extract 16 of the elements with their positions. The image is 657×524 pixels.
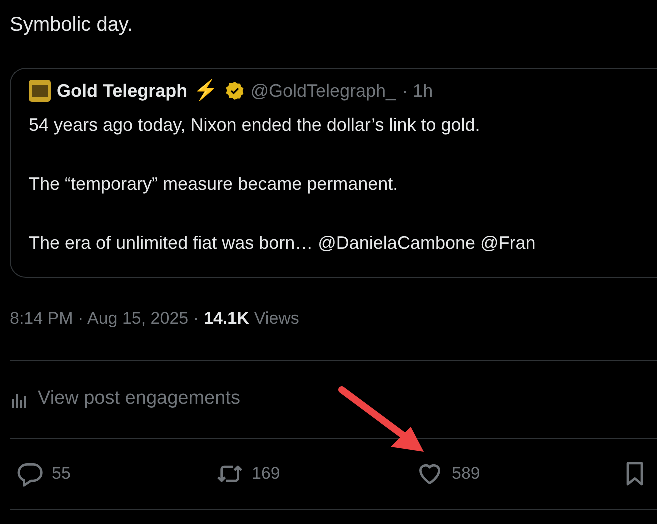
- post-time: · 1h: [402, 80, 434, 102]
- views-count: 14.1K: [204, 308, 250, 330]
- post-paragraph: The “temporary” measure became permanent.: [29, 173, 398, 196]
- reply-button[interactable]: 55: [16, 460, 216, 488]
- timestamp[interactable]: 8:14 PM · Aug 15, 2025 ·: [10, 306, 200, 332]
- views-label: Views: [254, 308, 300, 330]
- post-paragraph: The era of unlimited fiat was born… @DanielaCambone @Fran: [29, 232, 536, 255]
- logo-icon: [31, 84, 49, 98]
- post-paragraph: 54 years ago today, Nixon ended the dollar’s link to gold.: [29, 114, 480, 137]
- post-text: Symbolic day.: [10, 13, 134, 38]
- author-handle[interactable]: @GoldTelegraph_: [250, 78, 396, 104]
- lightning-emoji: ⚡: [194, 81, 219, 101]
- repost-button[interactable]: 169: [216, 460, 416, 488]
- engagements-link[interactable]: View post engagements: [38, 385, 240, 414]
- like-button[interactable]: 589: [416, 460, 616, 488]
- author-name[interactable]: Gold Telegraph: [57, 78, 188, 104]
